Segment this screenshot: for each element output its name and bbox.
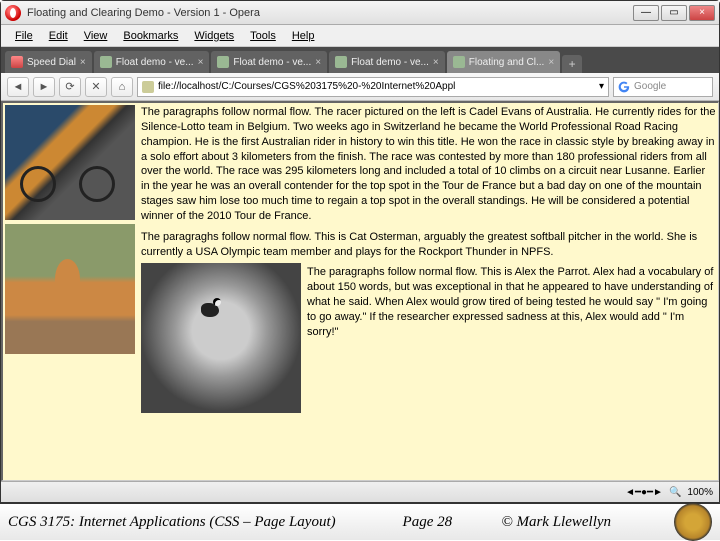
speed-dial-icon bbox=[11, 56, 23, 68]
course-title: CGS 3175: Internet Applications (CSS – P… bbox=[8, 514, 353, 531]
tab-floating-clearing[interactable]: Floating and Cl...× bbox=[447, 51, 560, 73]
menu-bookmarks[interactable]: Bookmarks bbox=[115, 28, 186, 44]
tab-bar: Speed Dial × Float demo - ve... × Float de… bbox=[1, 47, 719, 73]
address-bar[interactable]: file://localhost/C:/Courses/CGS%203175%2… bbox=[137, 77, 609, 97]
slide-footer: CGS 3175: Internet Applications (CSS – P… bbox=[0, 502, 720, 540]
menu-widgets[interactable]: Widgets bbox=[186, 28, 242, 44]
tab-label: Float demo - ve... bbox=[116, 57, 194, 68]
menu-help[interactable]: Help bbox=[284, 28, 323, 44]
zoom-controls[interactable]: ◄━●━► 🔍 100% bbox=[625, 487, 713, 498]
tab-label: Speed Dial bbox=[27, 57, 76, 68]
page-icon bbox=[335, 56, 347, 68]
zoom-value: 100% bbox=[687, 487, 713, 498]
url-text: file://localhost/C:/Courses/CGS%203175%2… bbox=[158, 81, 595, 92]
menu-tools[interactable]: Tools bbox=[242, 28, 284, 44]
menubar: File Edit View Bookmarks Widgets Tools H… bbox=[1, 25, 719, 47]
author: © Mark Llewellyn bbox=[501, 514, 674, 531]
menu-view[interactable]: View bbox=[76, 28, 116, 44]
new-tab-button[interactable]: + bbox=[562, 55, 582, 73]
minimize-button[interactable]: — bbox=[633, 5, 659, 21]
tab-speed-dial[interactable]: Speed Dial × bbox=[5, 51, 92, 73]
tab-float-3[interactable]: Float demo - ve... × bbox=[329, 51, 445, 73]
menu-edit[interactable]: Edit bbox=[41, 28, 76, 44]
close-icon[interactable]: × bbox=[433, 57, 439, 68]
close-icon[interactable]: × bbox=[80, 57, 86, 68]
toolbar: ◄ ► ⟳ ✕ ⌂ file://localhost/C:/Courses/CG… bbox=[1, 73, 719, 101]
close-icon[interactable]: × bbox=[548, 57, 554, 68]
search-box[interactable]: Google bbox=[613, 77, 713, 97]
dropdown-icon[interactable]: ▾ bbox=[599, 81, 604, 92]
slider-icon[interactable]: ◄━●━► bbox=[625, 487, 663, 498]
browser-window: Floating and Clearing Demo - Version 1 -… bbox=[0, 0, 720, 502]
back-button[interactable]: ◄ bbox=[7, 77, 29, 97]
tab-float-1[interactable]: Float demo - ve... × bbox=[94, 51, 210, 73]
titlebar: Floating and Clearing Demo - Version 1 -… bbox=[1, 1, 719, 25]
ucf-logo bbox=[674, 503, 712, 541]
softball-image bbox=[5, 224, 135, 354]
page-content: The paragraphs follow normal flow. The r… bbox=[1, 101, 719, 481]
zoom-icon[interactable]: 🔍 bbox=[669, 487, 681, 498]
cyclist-image bbox=[5, 105, 135, 220]
status-bar: ◄━●━► 🔍 100% bbox=[1, 481, 719, 503]
tab-label: Floating and Cl... bbox=[469, 57, 545, 68]
tab-label: Float demo - ve... bbox=[351, 57, 429, 68]
window-title: Floating and Clearing Demo - Version 1 -… bbox=[27, 7, 633, 19]
home-button[interactable]: ⌂ bbox=[111, 77, 133, 97]
site-icon bbox=[142, 81, 154, 93]
close-icon[interactable]: × bbox=[198, 57, 204, 68]
close-icon[interactable]: × bbox=[315, 57, 321, 68]
page-icon bbox=[453, 56, 465, 68]
reload-button[interactable]: ⟳ bbox=[59, 77, 81, 97]
search-placeholder: Google bbox=[634, 81, 666, 92]
tab-float-2[interactable]: Float demo - ve... × bbox=[211, 51, 327, 73]
page-icon bbox=[100, 56, 112, 68]
parrot-image bbox=[141, 263, 301, 413]
tab-label: Float demo - ve... bbox=[233, 57, 311, 68]
close-button[interactable]: × bbox=[689, 5, 715, 21]
google-icon bbox=[618, 81, 630, 93]
forward-button[interactable]: ► bbox=[33, 77, 55, 97]
menu-file[interactable]: File bbox=[7, 28, 41, 44]
window-buttons: — ▭ × bbox=[633, 5, 715, 21]
maximize-button[interactable]: ▭ bbox=[661, 5, 687, 21]
page-icon bbox=[217, 56, 229, 68]
stop-button[interactable]: ✕ bbox=[85, 77, 107, 97]
opera-icon[interactable] bbox=[5, 5, 21, 21]
page-number: Page 28 bbox=[353, 514, 501, 531]
